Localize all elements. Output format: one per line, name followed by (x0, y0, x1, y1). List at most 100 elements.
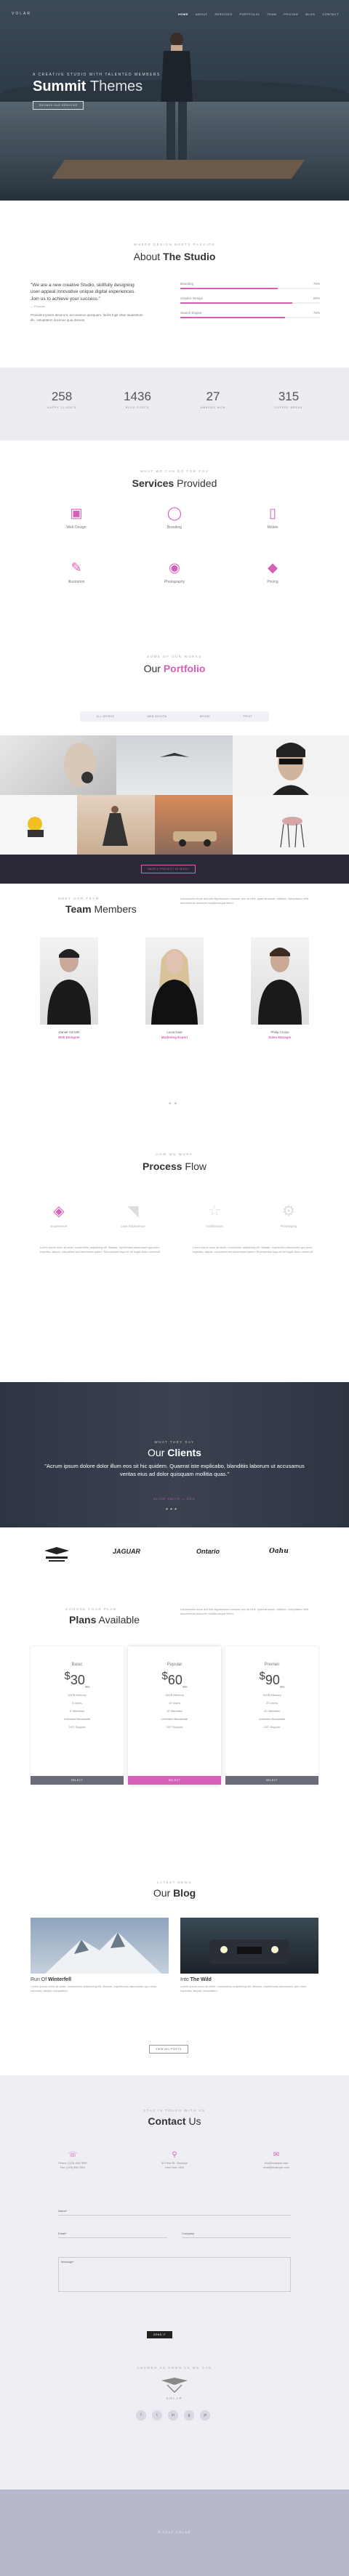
pin-icon: ⚲ (172, 2151, 177, 2159)
process-step[interactable]: ⚙ Prototyping (256, 1202, 321, 1228)
portfolio-item-woman[interactable] (233, 735, 349, 795)
nav-item-portfolio[interactable]: PORTFOLIO (239, 12, 260, 16)
process-section: HOW WE WORK Process Flow ◈ Experience ◥ Us… (0, 1123, 349, 1382)
company-field[interactable]: Company (182, 2232, 291, 2238)
blog-post-title: Into The Wild (180, 1977, 318, 1982)
team-pagination-dots[interactable]: ●● (169, 1102, 180, 1106)
service-item[interactable]: ◆ Pricing (236, 560, 309, 584)
contact-address: ⚲ 62 Fleet St., Brooklyn New York, USA (145, 2151, 204, 2170)
nav-item-team[interactable]: TEAM (267, 12, 276, 16)
portfolio-item-chair[interactable] (233, 795, 349, 855)
blog-post-card[interactable]: Into The Wild Lorem ipsum dolor sit amet… (180, 1918, 318, 1993)
service-item[interactable]: ◯ Branding (138, 506, 211, 530)
skills-list: Branding 70% Graphic Design 80% Search Eng… (180, 282, 320, 326)
process-step-label: Prototyping (280, 1224, 297, 1228)
process-title: Process Flow (0, 1160, 349, 1172)
blog-eyebrow: LATEST NEWS (157, 1881, 192, 1884)
service-item[interactable]: ✎ Illustration (40, 560, 113, 584)
skill-bar: Graphic Design 80% (180, 296, 320, 304)
plan-feature: 20 Users (265, 1700, 278, 1705)
facebook-icon[interactable]: f (136, 2410, 146, 2420)
plan-card-popular: Popular $60/mo 15GB Memory 10 Users 10 W… (128, 1647, 221, 1785)
plan-feature: 5 Users (72, 1700, 82, 1705)
hero-title-light: Themes (89, 78, 143, 94)
portfolio-item-car[interactable] (155, 795, 233, 855)
linkedin-icon[interactable]: in (168, 2410, 178, 2420)
team-member-card[interactable]: Philip Cruise Sales Manager (244, 937, 316, 1039)
plan-feature: Unlimited Bandwidth (258, 1716, 286, 1721)
plan-feature: 10 Websites (167, 1708, 182, 1713)
skill-fill (180, 317, 285, 318)
process-step-label: User Experience (121, 1224, 145, 1228)
skill-track (180, 288, 320, 289)
project-cta-button[interactable]: HAVE A PROJECT IN MIND? (141, 865, 196, 873)
name-field[interactable]: Name* (58, 2209, 291, 2216)
camera-icon: ◉ (169, 560, 180, 575)
hero-cta-button[interactable]: BROWSE OUR SERVICES (33, 101, 84, 110)
footer-logo-emblem (161, 2378, 188, 2394)
service-item[interactable]: ▣ Web Design (40, 506, 113, 530)
select-plan-button[interactable]: SELECT (128, 1776, 221, 1785)
services-title: Services Provided (0, 477, 349, 489)
portfolio-item-lemon[interactable] (0, 795, 77, 855)
team-member-card[interactable]: Lucia Dast Marketing Expert (138, 937, 211, 1039)
blog-post-card[interactable]: Run Of Winterfell Lorem ipsum dolor sit … (31, 1918, 169, 1993)
stat-happy-clients: 258 HAPPY CLIENTS (22, 389, 102, 409)
select-plan-button[interactable]: SELECT (225, 1776, 318, 1785)
nav-item-contact[interactable]: CONTACT (322, 12, 339, 16)
site-logo[interactable]: VOLAR (12, 12, 31, 16)
nav-item-about[interactable]: ABOUT (196, 12, 207, 16)
stat-number: 1436 (124, 389, 151, 403)
contact-email: ✉ info@example.com email@example.com (247, 2151, 305, 2170)
testimonial-pagination[interactable]: ●●● (166, 1507, 179, 1511)
pen-icon: ✎ (71, 560, 82, 575)
google-icon[interactable]: g (184, 2410, 194, 2420)
select-plan-button[interactable]: SELECT (31, 1776, 124, 1785)
plan-feature: Unlimited Bandwidth (161, 1716, 188, 1721)
about-quote-block: "We are a new creative Studio, skillfull… (31, 282, 143, 323)
process-step[interactable]: ☆ Architecture (182, 1202, 247, 1228)
stat-number: 315 (278, 389, 300, 403)
process-step[interactable]: ◈ Experience (26, 1202, 92, 1228)
mobile-icon: ▯ (269, 506, 276, 520)
bulb-icon: ◯ (167, 506, 182, 520)
email-field[interactable]: Email* (58, 2232, 167, 2238)
process-step[interactable]: ◥ User Experience (100, 1202, 166, 1228)
clients-section: WHAT THEY SAY Our Clients "Acrum ipsum d… (0, 1382, 349, 1527)
plans-title: Plans Available (69, 1614, 140, 1626)
filter-all[interactable]: ALL WORKS (97, 715, 115, 718)
filter-web-design[interactable]: WEB DESIGN (147, 715, 167, 718)
filter-print[interactable]: PRINT (243, 715, 252, 718)
star-icon: ☆ (208, 1203, 221, 1219)
service-label: Mobile (267, 525, 278, 530)
service-label: Web Design (66, 525, 87, 530)
nav-item-pricing[interactable]: PRICING (284, 12, 298, 16)
process-description-right: Lorem ipsum dolor sit amet, consectetur … (193, 1246, 313, 1253)
plan-card-premier: Premier $90/mo 15GB Memory 20 Users 20 W… (225, 1647, 318, 1785)
nav-item-blog[interactable]: BLOG (305, 12, 315, 16)
portfolio-eyebrow: SOME OF OUR WORKS (147, 655, 202, 658)
hero-title: Summit Themes (33, 78, 161, 95)
send-button[interactable]: SEND IT (147, 2331, 173, 2338)
filter-brand[interactable]: BRAND (200, 715, 211, 718)
blog-post-image (180, 1918, 318, 1974)
portfolio-item-dress[interactable] (77, 795, 155, 855)
stat-number: 258 (51, 389, 73, 403)
blog-title-bold: Blog (173, 1887, 196, 1899)
view-all-posts-button[interactable]: VIEW ALL POSTS (149, 2045, 188, 2054)
blog-post-title-bold: Winterfell (48, 1977, 71, 1982)
about-eyebrow: WHERE DESIGN MEETS PASSION (134, 243, 215, 246)
skill-label: Graphic Design (180, 296, 204, 300)
service-item[interactable]: ▯ Mobile (236, 506, 309, 530)
contact-line: Fax: (123) 456-7891 (60, 2165, 86, 2169)
nav-item-services[interactable]: SERVICES (214, 12, 232, 16)
nav-item-home[interactable]: HOME (178, 12, 188, 16)
service-item[interactable]: ◉ Photography (138, 560, 211, 584)
twitter-icon[interactable]: t (152, 2410, 162, 2420)
youtube-icon[interactable]: yt (200, 2410, 210, 2420)
portfolio-item-hand[interactable] (0, 735, 116, 795)
team-member-card[interactable]: Daniel Horrath Web Designer (33, 937, 105, 1039)
portfolio-item-bird[interactable] (116, 735, 233, 795)
contact-line: New York, USA (165, 2165, 184, 2169)
message-field[interactable]: Message* (58, 2257, 291, 2292)
